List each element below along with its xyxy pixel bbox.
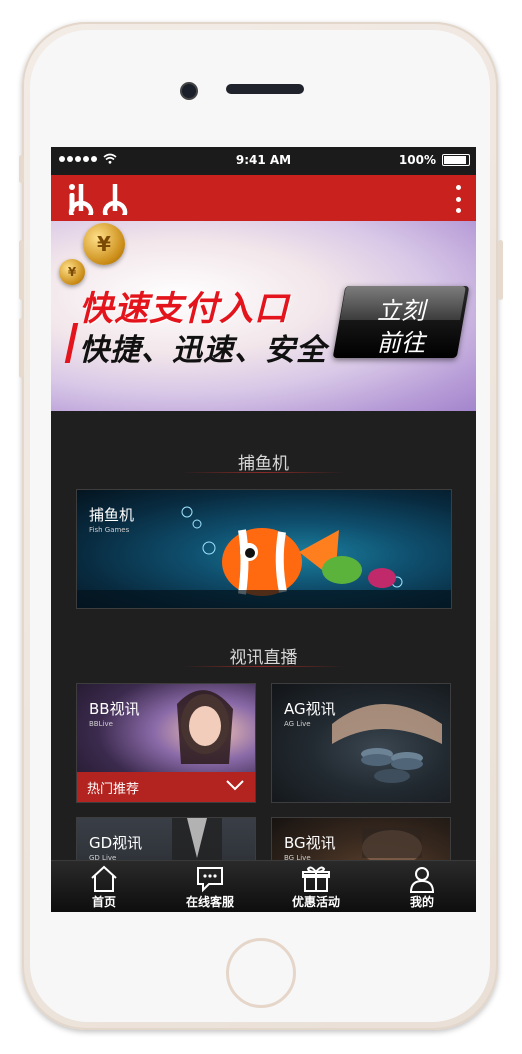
tab-label: 在线客服 bbox=[185, 895, 234, 909]
brand-logo[interactable] bbox=[67, 181, 147, 215]
tab-label: 首页 bbox=[91, 895, 116, 909]
fish-card-title: 捕鱼机 bbox=[89, 506, 135, 524]
bottom-tab-bar: 首页 在线客服 优惠活动 我的 bbox=[51, 860, 476, 912]
section-divider bbox=[181, 666, 346, 667]
live-card-title: BG视讯 bbox=[284, 834, 336, 852]
banner-headline: 快速支付入口 bbox=[79, 289, 289, 329]
home-icon bbox=[91, 865, 117, 892]
chat-icon bbox=[197, 867, 223, 893]
tab-label: 我的 bbox=[409, 895, 434, 909]
section-divider bbox=[181, 472, 346, 473]
tab-label: 优惠活动 bbox=[291, 895, 340, 909]
live-card-subtitle: AG Live bbox=[284, 720, 311, 728]
banner-accent-bar bbox=[64, 323, 79, 363]
chevron-down-icon bbox=[226, 780, 244, 791]
live-card-title: AG视讯 bbox=[284, 700, 336, 718]
front-camera bbox=[180, 82, 198, 100]
fish-card-subtitle: Fish Games bbox=[89, 526, 130, 534]
app-screen: 9:41 AM 100% ¥ ¥ 快速支付入口 快捷、迅速、安全 立刻 前往 捕… bbox=[51, 147, 476, 912]
tab-profile[interactable]: 我的 bbox=[369, 861, 475, 912]
section-title-live: 视讯直播 bbox=[229, 648, 298, 668]
hot-recommend-label: 热门推荐 bbox=[87, 782, 140, 797]
volume-up-button bbox=[19, 240, 24, 300]
tab-support[interactable]: 在线客服 bbox=[157, 861, 263, 912]
live-card-title: BB视讯 bbox=[89, 700, 140, 718]
ag-live-card[interactable]: AG视讯 AG Live bbox=[271, 683, 451, 803]
battery-icon bbox=[442, 154, 470, 166]
battery-area: 100% bbox=[399, 153, 470, 167]
earpiece-speaker bbox=[226, 84, 304, 94]
gift-icon bbox=[302, 866, 330, 892]
battery-percent: 100% bbox=[398, 153, 436, 167]
live-card-title: GD视讯 bbox=[89, 834, 143, 852]
tab-home[interactable]: 首页 bbox=[51, 861, 157, 912]
user-icon bbox=[409, 867, 435, 893]
volume-down-button bbox=[19, 318, 24, 378]
fish-games-card[interactable]: 捕鱼机 Fish Games bbox=[76, 489, 452, 609]
bb-live-card[interactable]: BB视讯 BBLive 热门推荐 bbox=[76, 683, 256, 803]
hot-recommend-bar[interactable]: 热门推荐 bbox=[77, 772, 255, 802]
section-title-fish: 捕鱼机 bbox=[238, 454, 289, 474]
banner-cta-line2: 前往 bbox=[377, 329, 425, 357]
promo-banner[interactable]: ¥ ¥ 快速支付入口 快捷、迅速、安全 立刻 前往 bbox=[51, 221, 476, 411]
power-button bbox=[498, 240, 503, 300]
banner-cta-line1: 立刻 bbox=[377, 297, 425, 325]
live-card-subtitle: BBLive bbox=[89, 720, 113, 728]
more-menu-icon[interactable] bbox=[454, 185, 462, 213]
banner-subline: 快捷、迅速、安全 bbox=[79, 333, 327, 368]
status-bar: 9:41 AM 100% bbox=[51, 147, 476, 175]
mute-switch bbox=[19, 155, 24, 183]
tab-promotions[interactable]: 优惠活动 bbox=[263, 861, 369, 912]
home-button[interactable] bbox=[226, 938, 296, 1008]
coin-icon: ¥ bbox=[83, 223, 125, 265]
app-header bbox=[51, 175, 476, 221]
